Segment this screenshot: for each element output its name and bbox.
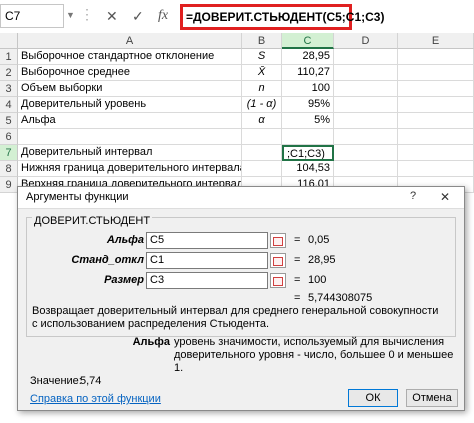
cell-a4[interactable]: Доверительный уровень	[18, 97, 242, 113]
arg-result-stdev: 28,95	[308, 254, 336, 266]
cell-a2[interactable]: Выборочное среднее	[18, 65, 242, 81]
name-box[interactable]: C7	[0, 4, 64, 28]
cell-a5[interactable]: Альфа	[18, 113, 242, 129]
cell-c3[interactable]: 100	[282, 81, 334, 97]
row-header-8[interactable]: 8	[0, 161, 18, 177]
arg-result-alpha: 0,05	[308, 234, 330, 246]
cell-d7[interactable]	[334, 145, 398, 161]
cell-e4[interactable]	[398, 97, 474, 113]
dialog-title: Аргументы функции	[26, 191, 129, 203]
select-all-corner[interactable]	[0, 33, 18, 49]
cell-e2[interactable]	[398, 65, 474, 81]
cell-b2[interactable]: X̄	[242, 65, 282, 81]
row-header-4[interactable]: 4	[0, 97, 18, 113]
arg-equals: =	[294, 254, 301, 266]
insert-function-button[interactable]: fx	[158, 8, 168, 24]
cell-c7[interactable]: ;C1;C3)	[282, 145, 334, 161]
cell-b3[interactable]: n	[242, 81, 282, 97]
close-icon[interactable]: ✕	[440, 190, 450, 204]
column-header-e[interactable]: E	[398, 33, 474, 49]
dialog-titlebar: Аргументы функции ? ✕	[18, 187, 464, 209]
cell-b1[interactable]: S	[242, 49, 282, 65]
cell-c5[interactable]: 5%	[282, 113, 334, 129]
range-picker-icon[interactable]	[270, 233, 286, 248]
arg-label-stdev: Станд_откл	[71, 254, 144, 266]
cell-c1[interactable]: 28,95	[282, 49, 334, 65]
cell-d5[interactable]	[334, 113, 398, 129]
separator-icon: ⋮	[80, 6, 94, 22]
cell-a3[interactable]: Объем выборки	[18, 81, 242, 97]
total-equals: =	[294, 292, 301, 304]
cell-a8[interactable]: Нижняя граница доверительного интервала	[18, 161, 242, 177]
cell-d8[interactable]	[334, 161, 398, 177]
arg-result-size: 100	[308, 274, 327, 286]
cell-e1[interactable]	[398, 49, 474, 65]
range-picker-icon[interactable]	[270, 273, 286, 288]
cell-a7[interactable]: Доверительный интервал	[18, 145, 242, 161]
row-header-1[interactable]: 1	[0, 49, 18, 65]
cell-b5[interactable]: α	[242, 113, 282, 129]
total-result: 5,744308075	[308, 292, 373, 304]
arg-equals: =	[294, 274, 301, 286]
cell-b7[interactable]	[242, 145, 282, 161]
arg-input-alpha[interactable]: C5	[146, 232, 268, 249]
row-header-2[interactable]: 2	[0, 65, 18, 81]
arg-label-alpha: Альфа	[106, 234, 144, 246]
arg-equals: =	[294, 234, 301, 246]
cell-c8[interactable]: 104,53	[282, 161, 334, 177]
cancel-edit-icon[interactable]: ✕	[106, 8, 118, 25]
cell-d6[interactable]	[334, 129, 398, 145]
row-header-3[interactable]: 3	[0, 81, 18, 97]
function-arguments-dialog: Аргументы функции ? ✕ ДОВЕРИТ.СТЬЮДЕНТ А…	[17, 186, 465, 411]
cell-e5[interactable]	[398, 113, 474, 129]
cell-d3[interactable]	[334, 81, 398, 97]
range-picker-icon[interactable]	[270, 253, 286, 268]
cell-e6[interactable]	[398, 129, 474, 145]
cell-c2[interactable]: 110,27	[282, 65, 334, 81]
arg-help-text: уровень значимости, используемый для выч…	[174, 336, 454, 374]
arg-input-size[interactable]: C3	[146, 272, 268, 289]
help-icon[interactable]: ?	[410, 190, 416, 202]
cell-e3[interactable]	[398, 81, 474, 97]
cell-e7[interactable]	[398, 145, 474, 161]
arg-label-size: Размер	[104, 274, 144, 286]
row-header-9[interactable]: 9	[0, 177, 18, 193]
confirm-edit-icon[interactable]: ✓	[132, 8, 144, 25]
arg-input-stdev[interactable]: C1	[146, 252, 268, 269]
name-box-dropdown-icon[interactable]: ▼	[66, 10, 75, 20]
value-result: 5,74	[80, 375, 102, 387]
function-description: Возвращает доверительный интервал для ср…	[32, 305, 439, 330]
cell-d1[interactable]	[334, 49, 398, 65]
row-header-5[interactable]: 5	[0, 113, 18, 129]
cell-b6[interactable]	[242, 129, 282, 145]
arg-help-label: Альфа	[132, 336, 170, 348]
column-header-c[interactable]: C	[282, 33, 334, 49]
cell-d2[interactable]	[334, 65, 398, 81]
cell-d4[interactable]	[334, 97, 398, 113]
cell-a6[interactable]	[18, 129, 242, 145]
cell-e8[interactable]	[398, 161, 474, 177]
cell-c4[interactable]: 95%	[282, 97, 334, 113]
cell-b4[interactable]: (1 - α)	[242, 97, 282, 113]
column-header-d[interactable]: D	[334, 33, 398, 49]
column-header-a[interactable]: A	[18, 33, 242, 49]
help-link[interactable]: Справка по этой функции	[30, 393, 161, 405]
cell-c6[interactable]	[282, 129, 334, 145]
function-name: ДОВЕРИТ.СТЬЮДЕНТ	[32, 215, 153, 227]
cell-a1[interactable]: Выборочное стандартное отклонение	[18, 49, 242, 65]
cell-b8[interactable]	[242, 161, 282, 177]
column-header-b[interactable]: B	[242, 33, 282, 49]
value-label: Значение:	[30, 375, 82, 387]
formula-input[interactable]: =ДОВЕРИТ.СТЬЮДЕНТ(C5;C1;C3)	[180, 4, 384, 30]
row-header-6[interactable]: 6	[0, 129, 18, 145]
row-header-7[interactable]: 7	[0, 145, 18, 161]
ok-button[interactable]: ОК	[348, 389, 398, 407]
cancel-button[interactable]: Отмена	[406, 389, 458, 407]
